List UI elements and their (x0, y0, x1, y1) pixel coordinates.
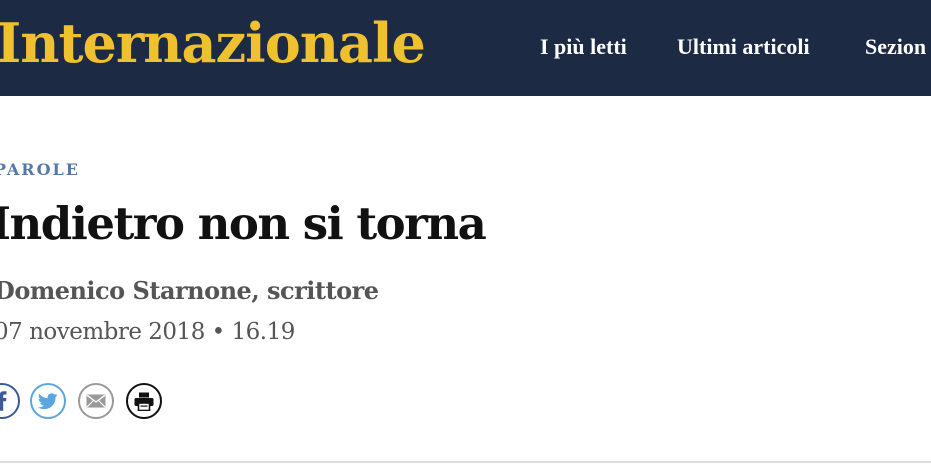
article-date: 07 novembre 2018 • 16.19 (0, 319, 295, 345)
site-logo[interactable]: Internazionale (0, 8, 426, 78)
mail-icon (86, 394, 106, 408)
facebook-icon (0, 391, 7, 411)
share-facebook-button[interactable] (0, 383, 20, 419)
print-icon (134, 392, 154, 411)
share-twitter-button[interactable] (30, 383, 66, 419)
article-title: Indietro non si torna (0, 197, 487, 250)
content-divider (0, 461, 931, 463)
nav-item-piu-letti[interactable]: I più letti (540, 34, 627, 60)
twitter-icon (38, 392, 58, 409)
nav-item-ultimi-articoli[interactable]: Ultimi articoli (677, 34, 810, 60)
top-navigation-bar: Internazionale I più letti Ultimi artico… (0, 0, 931, 96)
print-button[interactable] (126, 383, 162, 419)
article-section-kicker[interactable]: PAROLE (0, 160, 80, 179)
share-email-button[interactable] (78, 383, 114, 419)
article-author[interactable]: Domenico Starnone, scrittore (0, 274, 379, 308)
nav-item-sezioni[interactable]: Sezion (865, 34, 926, 60)
